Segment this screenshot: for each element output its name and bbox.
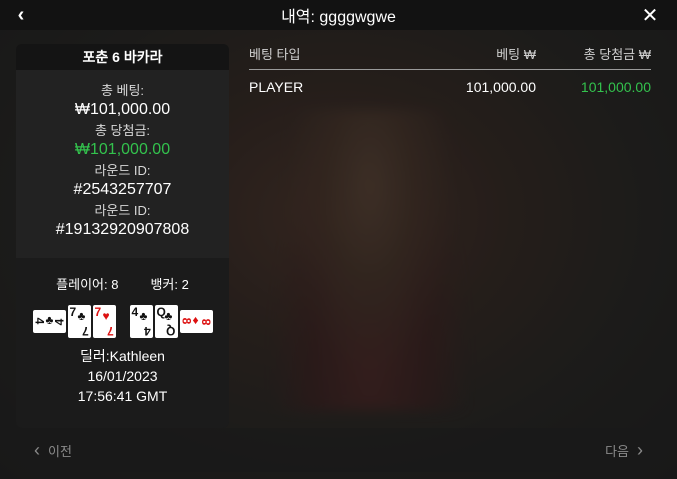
next-label: 다음 [605,443,629,459]
prev-button[interactable]: ‹ 이전 [16,440,90,461]
player-card-1: 4 ♣ 4 [31,310,67,333]
banker-card-3: 8 ♦ 8 [178,310,214,333]
round-id-value-2: #19132920907808 [55,221,190,238]
prev-label: 이전 [48,443,72,459]
column-bet-type: 베팅 타입 [249,47,301,62]
total-win-value: ₩101,000.00 [74,141,171,158]
game-result: 플레이어: 8 뱅커: 2 4 ♣ 4 7 ♣ 7 7 ♥ 7 4 ♣ 4 Q ♣ Q 8 ♦ 8 딜러:Kat… [16,274,229,406]
pagination-footer: ‹ 이전 다음 › [16,428,661,472]
card-suit-icon: ♥ [102,309,110,323]
banker-score: 뱅커: 2 [150,277,189,292]
card-rank-mirror: Q [166,324,176,338]
player-card-2: 7 ♣ 7 [67,305,91,338]
card-rank: 4 [31,317,46,325]
close-icon: ✕ [641,4,659,27]
card-rank-mirror: 4 [52,318,67,326]
card-suit-icon: ♣ [139,309,148,323]
modal-header: ‹ 내역: ggggwgwe ✕ [0,0,677,30]
banker-hand: 4 ♣ 4 Q ♣ Q 8 ♦ 8 [129,305,214,338]
card-rank: 8 [178,317,193,325]
win-amount-cell: 101,000.00 [580,79,651,95]
round-id-value: #2543257707 [73,181,172,198]
chevron-right-icon: › [637,439,643,460]
banker-card-1: 4 ♣ 4 [129,305,153,338]
total-win-label: 총 당첨금: [94,123,151,138]
chevron-left-icon: ‹ [34,439,40,460]
column-bet: 베팅 ₩ [496,47,536,62]
banker-card-2: Q ♣ Q [154,305,178,338]
round-id-label: 라운드 ID: [94,163,151,178]
player-hand: 4 ♣ 4 7 ♣ 7 7 ♥ 7 [31,305,116,338]
table-row: PLAYER 101,000.00 101,000.00 [249,70,651,95]
round-summary-panel: 포춘 6 바카라 총 베팅: ₩101,000.00 총 당첨금: ₩101,0… [16,44,229,428]
total-bet-label: 총 베팅: [100,83,145,98]
card-suit-icon: ♦ [192,313,199,327]
close-button[interactable]: ✕ [635,0,665,30]
round-id-label-2: 라운드 ID: [94,203,151,218]
card-suit-icon: ♣ [77,309,86,323]
game-name: 포춘 6 바카라 [16,44,229,70]
card-suit-icon: ♣ [164,309,173,323]
page-title: 내역: ggggwgwe [281,9,396,26]
chevron-left-icon: ‹ [17,3,25,26]
round-date: 16/01/2023 [87,368,158,384]
card-rank: 4 [131,305,139,319]
player-card-3: 7 ♥ 7 [92,305,116,338]
back-button[interactable]: ‹ [6,0,36,30]
column-win: 총 당첨금 ₩ [583,47,651,62]
next-button[interactable]: 다음 › [587,440,661,461]
card-rank-mirror: 8 [199,318,214,326]
player-score: 플레이어: 8 [56,277,119,292]
card-rank-mirror: 7 [81,324,89,338]
card-rank-mirror: 7 [106,324,114,338]
bet-info: 총 베팅: ₩101,000.00 총 당첨금: ₩101,000.00 라운드… [16,70,229,258]
table-header: 베팅 타입 베팅 ₩ 총 당첨금 ₩ [249,44,651,70]
round-time: 17:56:41 GMT [77,388,168,404]
bet-table: 베팅 타입 베팅 ₩ 총 당첨금 ₩ PLAYER 101,000.00 101… [249,44,651,95]
bet-type-cell: PLAYER [249,79,304,95]
card-rank: 7 [69,305,77,319]
card-rank-mirror: 4 [143,324,151,338]
card-rank: 7 [94,305,102,319]
bet-amount-cell: 101,000.00 [465,79,536,95]
dealer-name: 딜러:Kathleen [80,348,165,364]
total-bet-value: ₩101,000.00 [74,101,171,118]
